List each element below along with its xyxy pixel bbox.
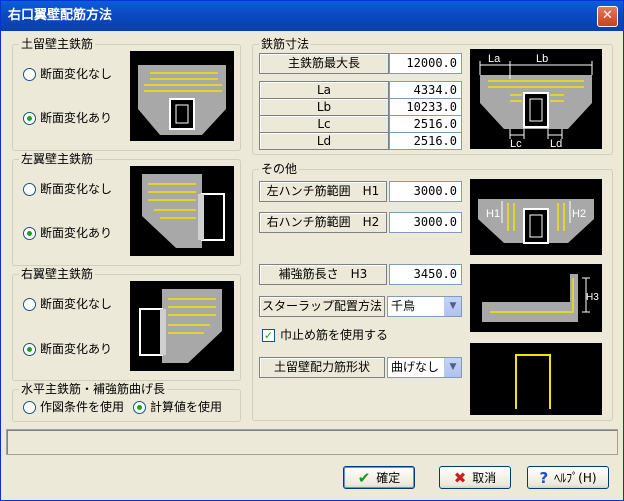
- la-diagram-label: La: [488, 53, 501, 65]
- right-haunch-label: 右ハンチ筋範囲 H2: [259, 212, 387, 233]
- right-wing-change-radio[interactable]: 断面変化あり: [23, 342, 112, 356]
- h3-diagram-label: H3: [586, 292, 599, 303]
- lb-diagram-label: Lb: [536, 53, 548, 65]
- la-field[interactable]: 4334.0: [389, 81, 462, 99]
- retaining-wall-group-title: 土留壁主鉄筋: [19, 37, 96, 51]
- distribution-shape-select[interactable]: 曲げなし ▼: [387, 357, 462, 378]
- ld-diagram-label: Ld: [550, 138, 562, 149]
- h2-diagram-label: H2: [572, 208, 586, 220]
- close-icon[interactable]: ✕: [597, 6, 618, 27]
- width-stop-checkbox[interactable]: ✓ 巾止め筋を使用する: [262, 328, 388, 342]
- check-icon: ✔: [357, 468, 371, 487]
- lb-label: Lb: [259, 98, 389, 116]
- left-wing-group-title: 左翼壁主鉄筋: [19, 152, 96, 166]
- rebar-dimensions-diagram: La Lb Lc Ld: [470, 49, 602, 149]
- title-bar: 右口翼壁配筋方法: [1, 1, 623, 31]
- lc-label: Lc: [259, 115, 389, 133]
- retaining-no-change-radio[interactable]: 断面変化なし: [23, 67, 112, 81]
- chevron-down-icon[interactable]: ▼: [444, 297, 461, 316]
- right-wing-diagram: [130, 281, 234, 371]
- window-title: 右口翼壁配筋方法: [8, 8, 113, 23]
- status-bar: [6, 429, 618, 455]
- cross-icon: ✖: [453, 468, 467, 487]
- radio-circle: [133, 400, 146, 414]
- max-length-label: 主鉄筋最大長: [259, 53, 389, 74]
- ld-field[interactable]: 2516.0: [389, 132, 462, 150]
- reinforcement-length-diagram: H3: [470, 264, 602, 332]
- chevron-down-icon[interactable]: ▼: [444, 358, 461, 377]
- bend-drawing-condition-radio[interactable]: 作図条件を使用: [23, 400, 124, 414]
- check-icon: ✓: [262, 328, 275, 342]
- distribution-shape-label: 土留壁配力筋形状: [259, 357, 385, 378]
- help-icon: ?: [539, 468, 549, 487]
- left-wing-diagram: [130, 166, 234, 256]
- help-button[interactable]: ? ﾍﾙﾌﾟ(H): [527, 466, 609, 489]
- left-wing-no-change-radio[interactable]: 断面変化なし: [23, 182, 112, 196]
- la-label: La: [259, 81, 389, 99]
- stirrup-method-select[interactable]: 千鳥 ▼: [387, 296, 462, 317]
- distribution-shape-diagram: [470, 343, 602, 415]
- radio-circle: [23, 400, 36, 414]
- right-wing-no-change-radio[interactable]: 断面変化なし: [23, 297, 112, 311]
- rebar-dimensions-title: 鉄筋寸法: [259, 37, 312, 51]
- left-haunch-field[interactable]: 3000.0: [389, 181, 462, 202]
- lc-diagram-label: Lc: [510, 138, 522, 149]
- bend-calculated-radio[interactable]: 計算値を使用: [133, 400, 222, 414]
- ok-button[interactable]: ✔ 確定: [343, 466, 415, 489]
- radio-circle: [23, 297, 36, 311]
- max-length-field[interactable]: 12000.0: [389, 53, 462, 74]
- left-wing-change-radio[interactable]: 断面変化あり: [23, 226, 112, 240]
- dialog-window: 右口翼壁配筋方法 ✕ 土留壁主鉄筋 断面変化なし 断面変化あり 左翼壁主鉄筋 断…: [0, 0, 624, 501]
- reinforcement-length-field[interactable]: 3450.0: [389, 264, 462, 285]
- stirrup-method-label: スターラップ配置方法: [259, 296, 385, 317]
- retaining-wall-diagram: [130, 51, 234, 141]
- other-group-title: その他: [259, 162, 300, 176]
- right-wing-group-title: 右翼壁主鉄筋: [19, 267, 96, 281]
- left-haunch-label: 左ハンチ筋範囲 H1: [259, 181, 387, 202]
- right-haunch-field[interactable]: 3000.0: [389, 212, 462, 233]
- reinforcement-length-label: 補強筋長さ H3: [259, 264, 387, 285]
- radio-circle: [23, 226, 36, 240]
- lc-field[interactable]: 2516.0: [389, 115, 462, 133]
- cancel-button[interactable]: ✖ 取消: [439, 466, 511, 489]
- radio-circle: [23, 67, 36, 81]
- radio-circle: [23, 182, 36, 196]
- haunch-diagram: H1 H2: [470, 179, 602, 255]
- retaining-change-radio[interactable]: 断面変化あり: [23, 111, 112, 125]
- radio-circle: [23, 111, 36, 125]
- ld-label: Ld: [259, 132, 389, 150]
- bend-length-group-title: 水平主鉄筋・補強筋曲げ長: [19, 382, 168, 396]
- h1-diagram-label: H1: [486, 208, 500, 220]
- lb-field[interactable]: 10233.0: [389, 98, 462, 116]
- radio-circle: [23, 342, 36, 356]
